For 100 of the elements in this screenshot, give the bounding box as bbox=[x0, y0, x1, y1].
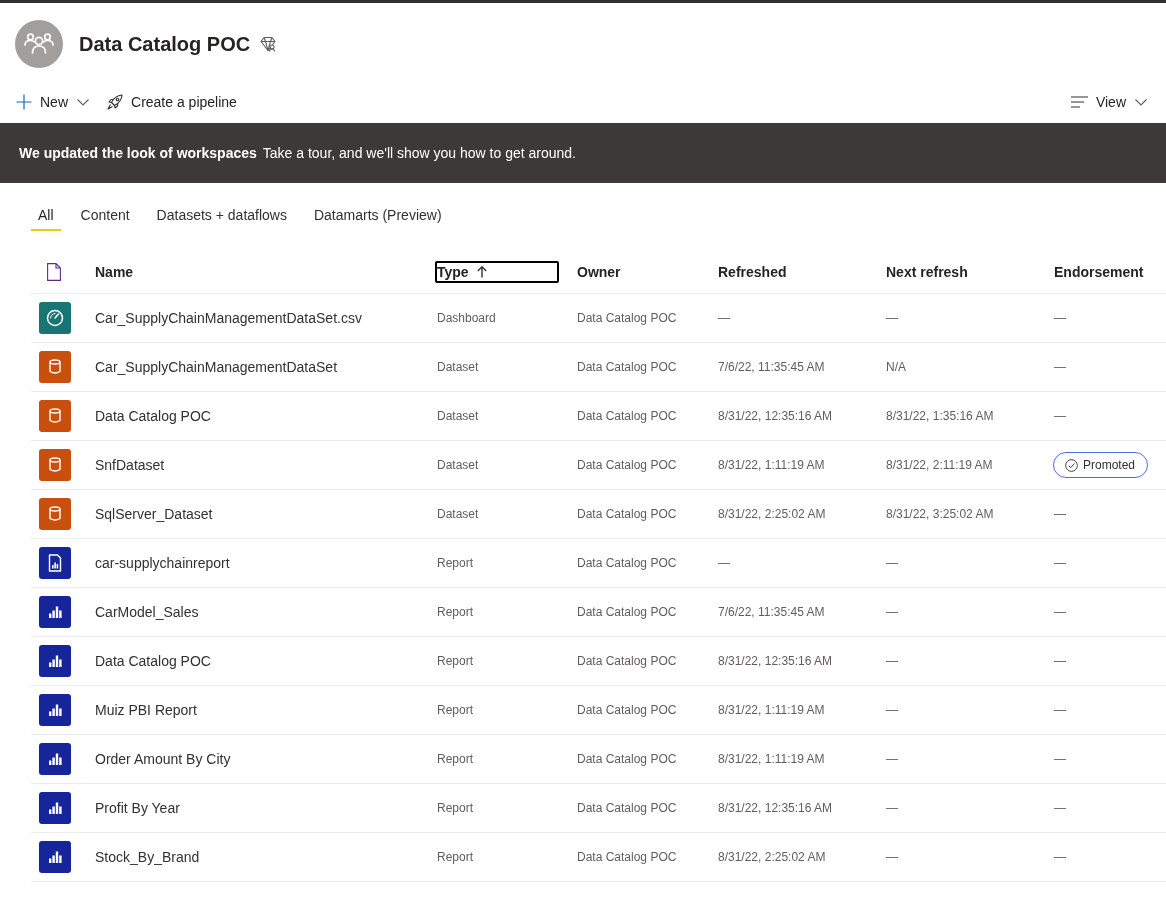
plus-icon bbox=[16, 94, 32, 110]
file-icon bbox=[47, 263, 61, 281]
table-cell-text: — bbox=[886, 311, 899, 325]
table-cell: — bbox=[1054, 311, 1066, 325]
column-header[interactable]: Owner bbox=[575, 261, 623, 283]
table-cell-text: — bbox=[886, 654, 899, 668]
people-icon bbox=[15, 20, 63, 68]
table-cell-text: 8/31/22, 1:35:16 AM bbox=[886, 409, 995, 423]
table-cell-text: Report bbox=[437, 703, 475, 717]
item-name-link[interactable]: Profit By Year bbox=[95, 800, 180, 816]
table-cell-text: Report bbox=[437, 556, 475, 570]
table-cell-text: N/A bbox=[886, 360, 907, 374]
create-pipeline-button[interactable]: Create a pipeline bbox=[107, 94, 237, 110]
table-cell-text: — bbox=[718, 311, 731, 325]
table-cell-text: 8/31/22, 2:25:02 AM bbox=[718, 850, 827, 864]
table-cell-text: Dataset bbox=[437, 507, 480, 521]
table-cell-text: — bbox=[886, 752, 899, 766]
item-name-link[interactable]: Order Amount By City bbox=[95, 751, 231, 767]
column-header[interactable]: Name bbox=[93, 261, 136, 283]
item-name-link[interactable]: Data Catalog POC bbox=[95, 408, 211, 424]
item-name-link[interactable]: CarModel_Sales bbox=[95, 604, 199, 620]
table-cell-text: Report bbox=[437, 850, 475, 864]
view-button[interactable]: View bbox=[1070, 94, 1147, 110]
tab[interactable]: Datasets + dataflows bbox=[149, 201, 294, 231]
column-header[interactable]: Endorsement bbox=[1052, 261, 1146, 283]
check-circle-icon bbox=[1065, 458, 1078, 472]
bar-chart-icon bbox=[39, 792, 71, 824]
table-cell: — bbox=[1054, 409, 1066, 423]
table-cell-text: Report bbox=[437, 801, 475, 815]
table-cell-text: Data Catalog POC bbox=[577, 409, 678, 423]
table-cell-text: Report bbox=[437, 605, 475, 619]
table-cell-text: Data Catalog POC bbox=[577, 360, 678, 374]
table-cell-text: Data Catalog POC bbox=[577, 850, 678, 864]
column-header[interactable]: Next refresh bbox=[884, 261, 970, 283]
table-cell-text: 8/31/22, 2:25:02 AM bbox=[718, 507, 827, 521]
tab[interactable]: All bbox=[31, 201, 61, 231]
table-cell: — bbox=[1054, 507, 1066, 521]
document-chart-icon bbox=[39, 547, 71, 579]
table-cell-text: — bbox=[886, 605, 899, 619]
sort-arrow-up-icon bbox=[476, 266, 487, 278]
bar-chart-icon bbox=[39, 743, 71, 775]
table-cell-text: 8/31/22, 1:11:19 AM bbox=[718, 458, 826, 472]
column-header[interactable]: Type bbox=[435, 261, 559, 283]
database-icon bbox=[39, 498, 71, 530]
item-name-link[interactable]: Car_SupplyChainManagementDataSet bbox=[95, 359, 338, 375]
item-name-link[interactable]: SnfDataset bbox=[95, 457, 165, 473]
table-cell: — bbox=[1054, 752, 1066, 766]
item-name-link[interactable]: Data Catalog POC bbox=[95, 653, 211, 669]
bar-chart-icon bbox=[39, 645, 71, 677]
item-name-link[interactable]: Muiz PBI Report bbox=[95, 702, 197, 718]
item-name-link[interactable]: Car_SupplyChainManagementDataSet.csv bbox=[95, 310, 362, 326]
lines-icon bbox=[1070, 96, 1088, 108]
database-icon bbox=[39, 400, 71, 432]
table-cell: — bbox=[1054, 801, 1066, 815]
bar-chart-icon bbox=[39, 596, 71, 628]
banner-title: We updated the look of workspaces bbox=[19, 145, 257, 161]
table-cell-text: 8/31/22, 2:11:19 AM bbox=[886, 458, 994, 472]
table-cell-text: — bbox=[886, 703, 899, 717]
table-cell: — bbox=[1054, 703, 1066, 717]
table-cell-text: 7/6/22, 11:35:45 AM bbox=[718, 605, 826, 619]
item-name-link[interactable]: SqlServer_Dataset bbox=[95, 506, 213, 522]
table-cell-text: Report bbox=[437, 752, 475, 766]
table-cell-text: Data Catalog POC bbox=[577, 458, 678, 472]
table-cell-text: Data Catalog POC bbox=[577, 605, 678, 619]
table-cell-text: 8/31/22, 1:11:19 AM bbox=[718, 703, 826, 717]
rocket-icon bbox=[107, 94, 123, 110]
item-name-link[interactable]: car-supplychainreport bbox=[95, 555, 230, 571]
chevron-down-icon bbox=[77, 98, 89, 106]
table-cell-text: Data Catalog POC bbox=[577, 752, 678, 766]
table-cell: — bbox=[1054, 605, 1066, 619]
table-cell-text: Data Catalog POC bbox=[577, 801, 678, 815]
table-cell-text: 8/31/22, 12:35:16 AM bbox=[718, 654, 834, 668]
table-cell-text: Data Catalog POC bbox=[577, 556, 678, 570]
item-name-link[interactable]: Stock_By_Brand bbox=[95, 849, 200, 865]
table-cell-text: 8/31/22, 12:35:16 AM bbox=[718, 801, 834, 815]
tab[interactable]: Content bbox=[73, 201, 137, 231]
new-button[interactable]: New bbox=[16, 94, 89, 110]
table-cell-text: 7/6/22, 11:35:45 AM bbox=[718, 360, 826, 374]
table-cell-text: Data Catalog POC bbox=[577, 703, 678, 717]
chevron-down-icon bbox=[1135, 98, 1147, 106]
bar-chart-icon bbox=[39, 694, 71, 726]
badge-label: Promoted bbox=[1083, 458, 1136, 472]
workspace-title: Data Catalog POC bbox=[79, 32, 251, 56]
table-cell-text: — bbox=[886, 850, 899, 864]
bar-chart-icon bbox=[39, 841, 71, 873]
database-icon bbox=[39, 449, 71, 481]
table-cell-text: Dataset bbox=[437, 458, 480, 472]
table-cell: — bbox=[1054, 556, 1066, 570]
table-cell-text: Dashboard bbox=[437, 311, 497, 325]
table-cell: — bbox=[1054, 654, 1066, 668]
tab[interactable]: Datamarts (Preview) bbox=[306, 201, 449, 231]
table-cell-text: 8/31/22, 1:11:19 AM bbox=[718, 752, 826, 766]
table-cell-text: Data Catalog POC bbox=[577, 654, 678, 668]
database-icon bbox=[39, 351, 71, 383]
table-cell-text: Dataset bbox=[437, 360, 480, 374]
table-cell-text: Dataset bbox=[437, 409, 480, 423]
table-cell-text: Data Catalog POC bbox=[577, 311, 678, 325]
column-header[interactable]: Refreshed bbox=[716, 261, 789, 283]
table-cell: — bbox=[1054, 850, 1066, 864]
table-cell-text: Data Catalog POC bbox=[577, 507, 678, 521]
